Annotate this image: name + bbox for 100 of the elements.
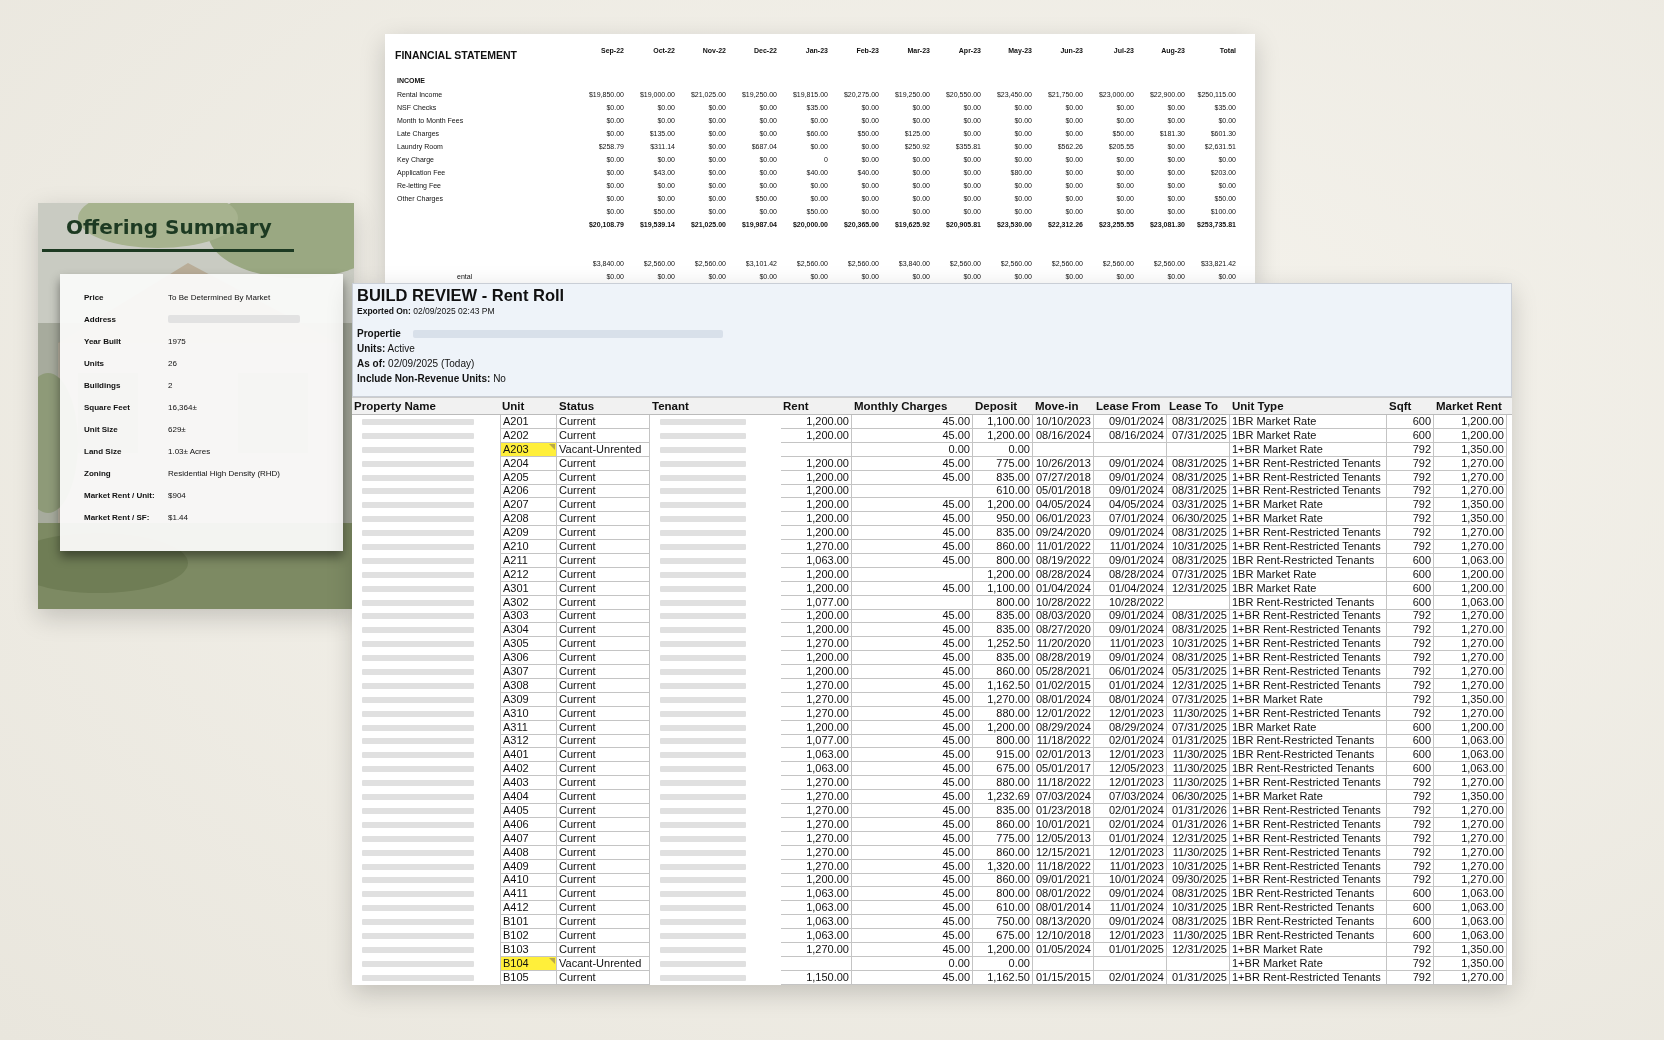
table-cell: 01/02/2015 (1033, 678, 1094, 693)
table-cell: Current (557, 776, 650, 791)
table-cell: 1BR Market Rate (1230, 428, 1387, 443)
table-cell: A405 (500, 803, 557, 818)
table-cell: 792 (1387, 442, 1434, 457)
table-cell: 45.00 (852, 776, 973, 791)
table-cell: 675.00 (973, 762, 1033, 777)
table-cell: 1BR Rent-Restricted Tenants (1230, 887, 1387, 902)
table-cell: Current (557, 706, 650, 721)
table-cell: 10/31/2025 (1167, 859, 1230, 874)
table-cell: A410 (500, 873, 557, 888)
table-cell: A411 (500, 887, 557, 902)
table-cell: 1+BR Rent-Restricted Tenants (1230, 540, 1387, 554)
table-cell: 1,270.00 (1434, 456, 1507, 471)
table-cell: 1,350.00 (1434, 790, 1507, 805)
table-cell: 1,200.00 (973, 567, 1033, 582)
table-cell: 600 (1387, 901, 1434, 916)
table-cell: 800.00 (973, 595, 1033, 610)
table-cell: 08/31/2025 (1167, 623, 1230, 638)
table-cell: A403 (500, 776, 557, 791)
table-cell: 1+BR Rent-Restricted Tenants (1230, 609, 1387, 624)
field-value: 629± (168, 424, 186, 434)
table-cell: 792 (1387, 637, 1434, 652)
table-cell: 1,200.00 (781, 415, 852, 429)
table-cell: 835.00 (973, 526, 1033, 541)
table-cell: 01/05/2024 (1033, 942, 1094, 957)
table-cell: 1,063.00 (1434, 762, 1507, 777)
table-cell: 792 (1387, 651, 1434, 666)
table-cell: B101 (500, 915, 557, 930)
table-cell: A206 (500, 484, 557, 499)
table-cell: Current (557, 817, 650, 832)
table-cell: 08/31/2025 (1167, 526, 1230, 541)
table-cell: 792 (1387, 623, 1434, 638)
table-cell: 10/28/2022 (1033, 595, 1094, 610)
table-cell: 1+BR Market Rate (1230, 512, 1387, 527)
table-cell: 1,077.00 (781, 595, 852, 610)
column-header: Tenant (651, 399, 690, 414)
filter-label: Propertie (357, 328, 401, 339)
table-cell: 1,270.00 (1434, 873, 1507, 888)
table-cell: B105 (500, 970, 557, 985)
column-header: Move-in (1034, 399, 1080, 414)
table-cell: 05/28/2021 (1033, 665, 1094, 680)
table-cell: 01/04/2024 (1033, 581, 1094, 596)
table-cell: 45.00 (852, 873, 973, 888)
table-cell: 1,200.00 (1434, 720, 1507, 735)
table-cell: 10/01/2021 (1033, 817, 1094, 832)
table-cell: 1BR Rent-Restricted Tenants (1230, 595, 1387, 610)
table-cell: 1,200.00 (781, 512, 852, 527)
table-cell: 07/31/2025 (1167, 720, 1230, 735)
table-cell: 800.00 (973, 887, 1033, 902)
table-cell: 1+BR Rent-Restricted Tenants (1230, 526, 1387, 541)
table-cell: 1+BR Rent-Restricted Tenants (1230, 845, 1387, 860)
table-cell: 792 (1387, 970, 1434, 985)
table-cell: 860.00 (973, 540, 1033, 554)
table-cell: 45.00 (852, 581, 973, 596)
table-cell: 1,270.00 (1434, 651, 1507, 666)
table-cell: 1,350.00 (1434, 942, 1507, 957)
table-cell: Current (557, 540, 650, 554)
table-cell: 02/01/2024 (1094, 803, 1167, 818)
table-cell: A407 (500, 831, 557, 846)
table-cell: 01/31/2026 (1167, 803, 1230, 818)
table-cell: 06/01/2023 (1033, 512, 1094, 527)
table-cell: 1,200.00 (973, 942, 1033, 957)
table-cell: 600 (1387, 595, 1434, 610)
field-label: Market Rent / Unit: (84, 490, 156, 500)
table-cell: 11/20/2020 (1033, 637, 1094, 652)
table-cell: A404 (500, 790, 557, 805)
table-cell: 792 (1387, 831, 1434, 846)
table-cell (781, 956, 852, 971)
table-cell: 1,270.00 (1434, 665, 1507, 680)
field-label: Price (84, 292, 105, 302)
table-cell: 01/15/2015 (1033, 970, 1094, 985)
table-cell: 600 (1387, 567, 1434, 582)
table-cell: 01/04/2024 (1094, 581, 1167, 596)
table-cell: 775.00 (973, 831, 1033, 846)
table-cell: 860.00 (973, 665, 1033, 680)
table-cell: 1,162.50 (973, 678, 1033, 693)
table-cell: 1+BR Market Rate (1230, 956, 1387, 971)
table-cell: A412 (500, 901, 557, 916)
table-cell: 1+BR Rent-Restricted Tenants (1230, 637, 1387, 652)
table-cell: 1,063.00 (781, 928, 852, 943)
table-cell: 1,063.00 (1434, 595, 1507, 610)
table-cell: 08/29/2024 (1094, 720, 1167, 735)
table-cell: A402 (500, 762, 557, 777)
table-cell: Current (557, 637, 650, 652)
table-cell: 1,270.00 (781, 776, 852, 791)
table-cell: 08/16/2024 (1033, 428, 1094, 443)
table-cell: 1+BR Rent-Restricted Tenants (1230, 873, 1387, 888)
table-cell: 1+BR Market Rate (1230, 498, 1387, 513)
table-cell: 792 (1387, 942, 1434, 957)
table-cell: 12/01/2022 (1033, 706, 1094, 721)
table-cell: 1,270.00 (1434, 970, 1507, 985)
table-cell: 02/01/2013 (1033, 748, 1094, 763)
table-cell: 1,200.00 (781, 665, 852, 680)
table-cell: 08/28/2024 (1033, 567, 1094, 582)
table-cell: 09/01/2024 (1094, 415, 1167, 429)
table-cell: 08/29/2024 (1033, 720, 1094, 735)
table-cell: 1,200.00 (781, 526, 852, 541)
table-cell: 800.00 (973, 553, 1033, 568)
table-cell: 610.00 (973, 484, 1033, 499)
